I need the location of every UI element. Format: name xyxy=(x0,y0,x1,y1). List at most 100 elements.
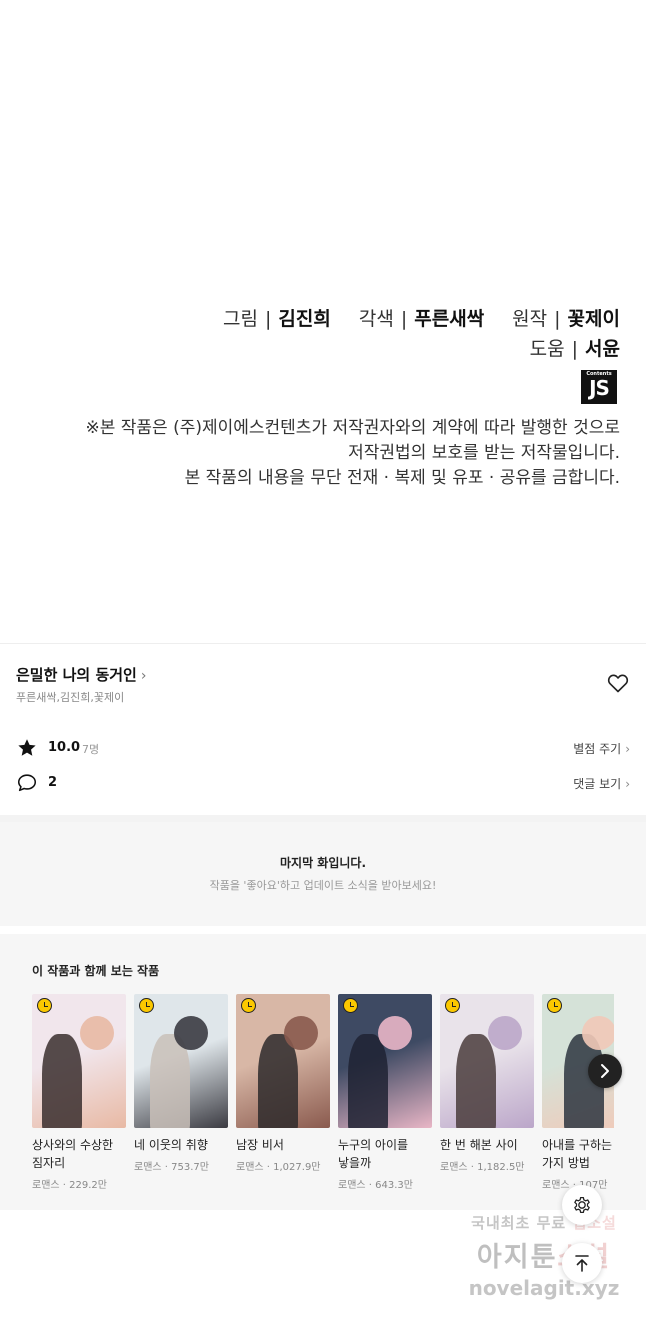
recommendation-thumbnail xyxy=(134,994,228,1128)
chevron-right-icon xyxy=(601,1064,609,1078)
recommendation-meta: 로맨스 · 753.7만 xyxy=(134,1162,209,1173)
credit-name: 꽃제이 xyxy=(567,308,620,330)
recommendation-thumbnail xyxy=(32,994,126,1128)
rate-label: 별점 주기 xyxy=(573,742,622,756)
watermark-line: 아지툰소설 xyxy=(444,1235,644,1274)
comment-count: 2 xyxy=(48,775,58,790)
watermark-line: 국내최초 무료 웹소설 xyxy=(444,1212,644,1233)
recommendation-meta: 로맨스 · 643.3만 xyxy=(338,1180,413,1191)
chevron-right-icon: › xyxy=(625,742,630,756)
chevron-right-icon: › xyxy=(625,777,630,791)
credit-name: 푸른새싹 xyxy=(414,308,485,330)
watermark-text: 국내최초 무료 xyxy=(471,1214,567,1232)
carousel-next-button[interactable] xyxy=(588,1054,622,1088)
rate-button[interactable]: 별점 주기 › xyxy=(573,740,630,757)
cover-figure xyxy=(258,1034,298,1128)
recommendation-thumbnail xyxy=(236,994,330,1128)
clock-icon xyxy=(445,998,460,1013)
last-episode-subtitle: 작품을 '좋아요'하고 업데이트 소식을 받아보세요! xyxy=(209,879,437,892)
recommendation-meta: 로맨스 · 1,182.5만 xyxy=(440,1162,525,1173)
publisher-logo: Contents JS xyxy=(581,370,617,404)
gear-icon xyxy=(574,1197,590,1213)
scroll-top-button[interactable] xyxy=(562,1243,602,1283)
credit-separator: | xyxy=(400,308,408,330)
recommendation-thumbnail xyxy=(338,994,432,1128)
notice-line: ※본 작품은 (주)제이에스컨텐츠가 저작권자와의 계약에 따라 발행한 것으로 xyxy=(85,418,620,438)
series-info: 은밀한 나의 동거인 › 푸른새싹,김진희,꽃제이 10.0 7명 별점 주기 › … xyxy=(0,643,646,815)
watermark: 국내최초 무료 웹소설 아지툰소설 novelagit.xyz xyxy=(444,1212,644,1312)
cover-figure xyxy=(80,1016,114,1050)
last-episode-banner: 마지막 화입니다. 작품을 '좋아요'하고 업데이트 소식을 받아보세요! xyxy=(0,822,646,926)
recommendation-card[interactable]: 네 이웃의 취향 로맨스 · 753.7만 xyxy=(134,994,228,1173)
comic-end-panel: 그림 | 김진희 각색 | 푸른새싹 원작 | 꽃제이 도움 | 서윤 Contents JS ※본… xyxy=(0,0,646,643)
view-comments-button[interactable]: 댓글 보기 › xyxy=(573,775,630,792)
divider xyxy=(0,926,646,934)
divider xyxy=(0,815,646,822)
like-button[interactable] xyxy=(606,671,630,695)
clock-icon xyxy=(343,998,358,1013)
recommendation-name: 남장 비서 xyxy=(236,1138,284,1152)
recommendation-meta: 로맨스 · 1,027.9만 xyxy=(236,1162,321,1173)
cover-figure xyxy=(284,1016,318,1050)
rating-row: 10.0 7명 별점 주기 › xyxy=(16,737,630,759)
recommendation-name: 상사와의 수상한 짐자리 xyxy=(32,1138,114,1170)
recommendations: 이 작품과 함께 보는 작품 상사와의 수상한 짐자리 로맨스 · 229.2만… xyxy=(0,934,646,1210)
last-episode-title: 마지막 화입니다. xyxy=(279,856,367,870)
recommendation-name: 한 번 해본 사이 xyxy=(440,1138,518,1152)
recommendation-card[interactable]: 한 번 해본 사이 로맨스 · 1,182.5만 xyxy=(440,994,534,1173)
rating-score: 10.0 xyxy=(48,740,81,755)
cover-figure xyxy=(456,1034,496,1128)
cover-figure xyxy=(582,1016,614,1050)
recommendation-name: 네 이웃의 취향 xyxy=(134,1138,208,1152)
cover-figure xyxy=(488,1016,522,1050)
recommendations-title: 이 작품과 함께 보는 작품 xyxy=(32,964,160,978)
clock-icon xyxy=(37,998,52,1013)
recommendation-list: 상사와의 수상한 짐자리 로맨스 · 229.2만 네 이웃의 취향 로맨스 ·… xyxy=(32,994,614,1204)
cover-figure xyxy=(378,1016,412,1050)
comments-label: 댓글 보기 xyxy=(573,777,622,791)
comment-row: 2 댓글 보기 › xyxy=(16,772,630,794)
clock-icon xyxy=(241,998,256,1013)
series-title: 은밀한 나의 동거인 xyxy=(16,666,137,684)
series-title-link[interactable]: 은밀한 나의 동거인 › xyxy=(16,664,146,685)
star-icon xyxy=(18,739,36,756)
clock-icon xyxy=(139,998,154,1013)
credit-name: 서윤 xyxy=(585,338,620,360)
credit-separator: | xyxy=(265,308,272,330)
credit-line-2: 도움 | 서윤 xyxy=(20,334,620,364)
recommendation-name: 아내를 구하는 가지 방법 xyxy=(542,1138,613,1170)
settings-button[interactable] xyxy=(562,1185,602,1225)
credit-name: 김진희 xyxy=(278,308,331,330)
recommendation-name: 누구의 아이를 낳을까 xyxy=(338,1138,409,1170)
clock-icon xyxy=(547,998,562,1013)
watermark-text: 아지툰 xyxy=(476,1242,558,1273)
credits: 그림 | 김진희 각색 | 푸른새싹 원작 | 꽃제이 도움 | 서윤 xyxy=(20,304,620,364)
publisher-logo-text: JS xyxy=(589,376,610,400)
notice-line: 저작권법의 보호를 받는 저작물입니다. xyxy=(348,443,620,463)
series-authors: 푸른새싹,김진희,꽃제이 xyxy=(16,691,125,704)
arrow-up-icon xyxy=(575,1255,589,1272)
credit-role: 그림 xyxy=(223,308,259,330)
cover-figure xyxy=(174,1016,208,1050)
watermark-text: novelagit.xyz xyxy=(468,1276,620,1300)
comment-icon xyxy=(17,774,37,792)
recommendation-card[interactable]: 아내를 구하는 가지 방법 로맨스 · 107만 xyxy=(542,994,614,1191)
cover-figure xyxy=(348,1034,388,1128)
recommendation-thumbnail xyxy=(440,994,534,1128)
notice-line: 본 작품의 내용을 무단 전재 · 복제 및 유포 · 공유를 금합니다. xyxy=(184,468,620,488)
credit-separator: | xyxy=(571,338,579,360)
publisher-logo-small: Contents xyxy=(586,371,612,377)
credit-separator: | xyxy=(554,308,561,330)
cover-figure xyxy=(42,1034,82,1128)
recommendation-card[interactable]: 누구의 아이를 낳을까 로맨스 · 643.3만 xyxy=(338,994,432,1191)
recommendation-card[interactable]: 상사와의 수상한 짐자리 로맨스 · 229.2만 xyxy=(32,994,126,1191)
recommendation-card[interactable]: 남장 비서 로맨스 · 1,027.9만 xyxy=(236,994,330,1173)
chevron-right-icon: › xyxy=(140,668,147,684)
rating-count: 7명 xyxy=(82,743,100,756)
heart-icon xyxy=(607,674,629,693)
copyright-notice: ※본 작품은 (주)제이에스컨텐츠가 저작권자와의 계약에 따라 발행한 것으로… xyxy=(20,416,620,491)
recommendation-meta: 로맨스 · 229.2만 xyxy=(32,1180,107,1191)
credit-role: 각색 xyxy=(358,308,394,330)
credit-role: 도움 xyxy=(529,338,565,360)
credit-role: 원작 xyxy=(512,308,548,330)
